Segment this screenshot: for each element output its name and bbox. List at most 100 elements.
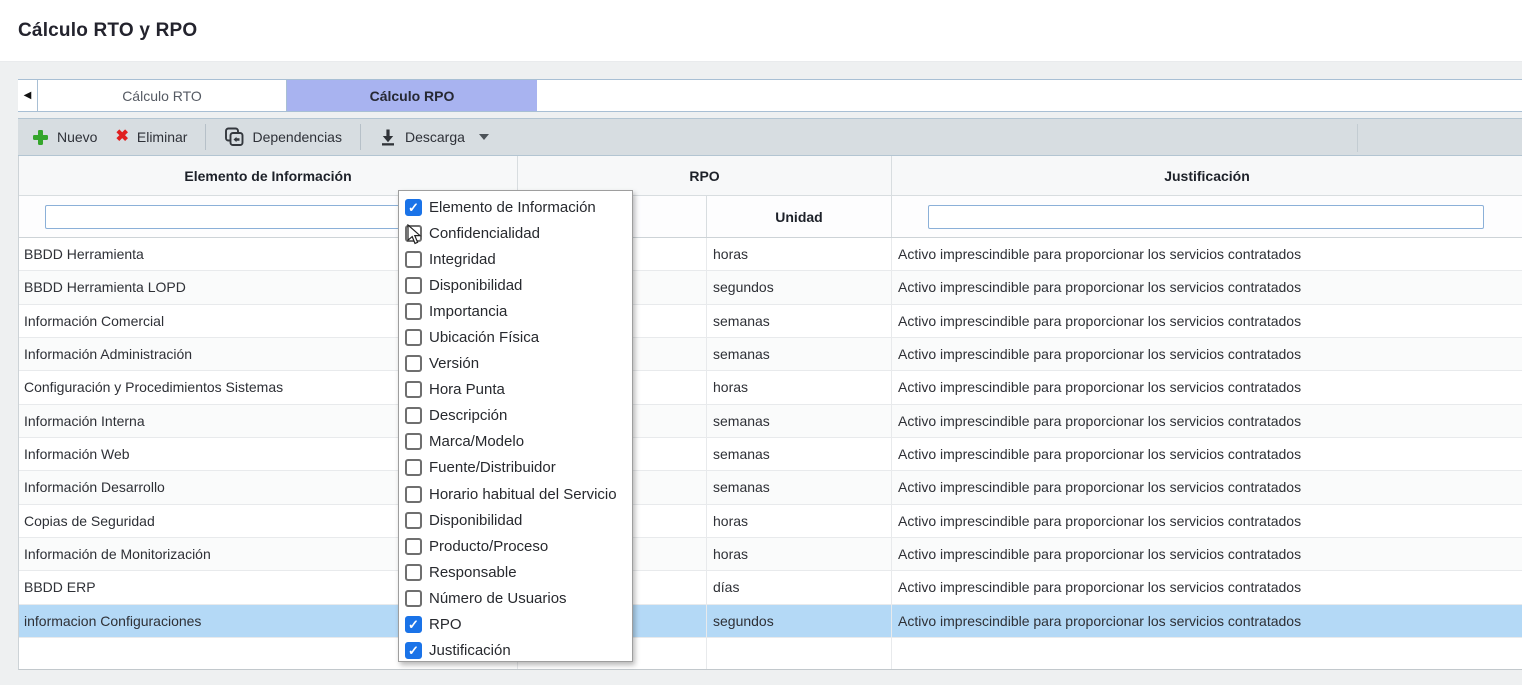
rpo-table: Elemento de Información RPO Justificació… (18, 156, 1522, 670)
cell-unidad: horas (707, 538, 892, 570)
checkbox-checked-icon[interactable] (405, 642, 422, 659)
checkbox-unchecked-icon[interactable] (405, 329, 422, 346)
cell-justificacion: Activo imprescindible para proporcionar … (892, 271, 1522, 303)
checkbox-unchecked-icon[interactable] (405, 459, 422, 476)
checkbox-unchecked-icon[interactable] (405, 251, 422, 268)
checkbox-checked-icon[interactable] (405, 616, 422, 633)
toolbar-separator (360, 124, 361, 150)
descarga-button-label: Descarga (405, 129, 465, 145)
column-menu-item[interactable]: Marca/Modelo (399, 429, 632, 455)
cell-justificacion: Activo imprescindible para proporcionar … (892, 238, 1522, 270)
column-menu-item[interactable]: Número de Usuarios (399, 585, 632, 611)
cell-unidad: segundos (707, 605, 892, 637)
checkbox-unchecked-icon[interactable] (405, 564, 422, 581)
column-menu-item-label: Justificación (429, 642, 511, 659)
table-row[interactable]: Copias de SeguridadhorasActivo imprescin… (19, 505, 1522, 538)
column-menu-item-label: Responsable (429, 564, 517, 581)
column-menu-item[interactable]: Disponibilidad (399, 507, 632, 533)
checkbox-unchecked-icon[interactable] (405, 303, 422, 320)
checkbox-checked-icon[interactable] (405, 199, 422, 216)
eliminar-button[interactable]: ✖ Eliminar (115, 129, 187, 145)
cell-unidad: semanas (707, 305, 892, 337)
table-row[interactable]: BBDD HerramientahorasActivo imprescindib… (19, 238, 1522, 271)
column-menu-item-label: Disponibilidad (429, 512, 522, 529)
column-menu-item-label: Ubicación Física (429, 329, 539, 346)
cell-unidad: horas (707, 505, 892, 537)
nuevo-button-label: Nuevo (57, 129, 97, 145)
tab-scroll-left-button[interactable]: ◀ (18, 80, 38, 111)
checkbox-unchecked-icon[interactable] (405, 277, 422, 294)
checkbox-unchecked-icon[interactable] (405, 407, 422, 424)
table-row[interactable]: Información ComercialsemanasActivo impre… (19, 305, 1522, 338)
column-menu-item-label: Marca/Modelo (429, 433, 524, 450)
checkbox-unchecked-icon[interactable] (405, 225, 422, 242)
column-menu-item[interactable]: Versión (399, 351, 632, 377)
checkbox-unchecked-icon[interactable] (405, 538, 422, 555)
cell-unidad: semanas (707, 438, 892, 470)
toolbar-right-separator (1357, 124, 1358, 152)
tab-label: Cálculo RTO (122, 88, 202, 104)
cell-justificacion: Activo imprescindible para proporcionar … (892, 338, 1522, 370)
checkbox-unchecked-icon[interactable] (405, 381, 422, 398)
dependencias-button[interactable]: Dependencias (224, 127, 342, 147)
column-menu-item[interactable]: Fuente/Distribuidor (399, 455, 632, 481)
column-menu-item-label: Disponibilidad (429, 277, 522, 294)
column-chooser-menu: Elemento de Información Confidencialidad I… (398, 190, 633, 662)
table-row[interactable]: BBDD Herramienta LOPDsegundosActivo impr… (19, 271, 1522, 304)
checkbox-unchecked-icon[interactable] (405, 486, 422, 503)
column-menu-item[interactable]: Ubicación Física (399, 324, 632, 350)
column-menu-item[interactable]: Hora Punta (399, 377, 632, 403)
tab-label: Cálculo RPO (370, 88, 455, 104)
column-menu-item[interactable]: Justificación (399, 638, 632, 662)
column-menu-item[interactable]: Disponibilidad (399, 272, 632, 298)
column-menu-item[interactable]: Elemento de Información (399, 194, 632, 220)
cell-unidad: semanas (707, 471, 892, 503)
table-row[interactable]: informacion ConfiguracionessegundosActiv… (19, 605, 1522, 638)
delete-x-icon: ✖ (115, 129, 128, 145)
column-menu-item-label: Confidencialidad (429, 225, 540, 242)
column-menu-item-label: RPO (429, 616, 462, 633)
checkbox-unchecked-icon[interactable] (405, 433, 422, 450)
toolbar: Nuevo ✖ Eliminar Dependencias Descarga (18, 118, 1522, 156)
column-menu-item[interactable]: Importancia (399, 298, 632, 324)
cell-unidad: días (707, 571, 892, 603)
checkbox-unchecked-icon[interactable] (405, 355, 422, 372)
cell-justificacion: Activo imprescindible para proporcionar … (892, 471, 1522, 503)
cell-justificacion: Activo imprescindible para proporcionar … (892, 438, 1522, 470)
table-row[interactable]: BBDD ERPdíasActivo imprescindible para p… (19, 571, 1522, 604)
column-header-justificacion[interactable]: Justificación (892, 156, 1522, 195)
table-row[interactable]: Información DesarrollosemanasActivo impr… (19, 471, 1522, 504)
table-header-row: Elemento de Información RPO Justificació… (19, 156, 1522, 196)
page-title: Cálculo RTO y RPO (18, 20, 197, 42)
table-row[interactable]: Información AdministraciónsemanasActivo … (19, 338, 1522, 371)
column-menu-item[interactable]: RPO (399, 612, 632, 638)
table-filter-row: Unidad (19, 196, 1522, 238)
tab-calculo-rto[interactable]: Cálculo RTO (38, 80, 287, 111)
nuevo-button[interactable]: Nuevo (32, 129, 97, 146)
column-menu-item[interactable]: Descripción (399, 403, 632, 429)
column-menu-item[interactable]: Responsable (399, 559, 632, 585)
justificacion-filter-input[interactable] (928, 205, 1484, 229)
column-menu-item-label: Producto/Proceso (429, 538, 548, 555)
table-row[interactable]: Información InternasemanasActivo impresc… (19, 405, 1522, 438)
column-menu-item[interactable]: Integridad (399, 246, 632, 272)
page-header: Cálculo RTO y RPO (0, 0, 1522, 62)
plus-icon (32, 129, 49, 146)
column-menu-item[interactable]: Producto/Proceso (399, 533, 632, 559)
checkbox-unchecked-icon[interactable] (405, 590, 422, 607)
descarga-button[interactable]: Descarga (379, 128, 489, 146)
table-row[interactable]: Configuración y Procedimientos Sistemash… (19, 371, 1522, 404)
tab-calculo-rpo[interactable]: Cálculo RPO (287, 80, 537, 111)
eliminar-button-label: Eliminar (137, 129, 188, 145)
column-menu-item-label: Importancia (429, 303, 507, 320)
table-row[interactable]: Información de MonitorizaciónhorasActivo… (19, 538, 1522, 571)
column-menu-item-label: Versión (429, 355, 479, 372)
column-menu-item[interactable]: Confidencialidad (399, 220, 632, 246)
cell-justificacion: Activo imprescindible para proporcionar … (892, 505, 1522, 537)
table-row[interactable]: Información WebsemanasActivo imprescindi… (19, 438, 1522, 471)
filter-cell-justificacion (892, 196, 1522, 237)
checkbox-unchecked-icon[interactable] (405, 512, 422, 529)
cell-justificacion: Activo imprescindible para proporcionar … (892, 305, 1522, 337)
column-menu-item[interactable]: Horario habitual del Servicio (399, 481, 632, 507)
column-menu-item-label: Hora Punta (429, 381, 505, 398)
